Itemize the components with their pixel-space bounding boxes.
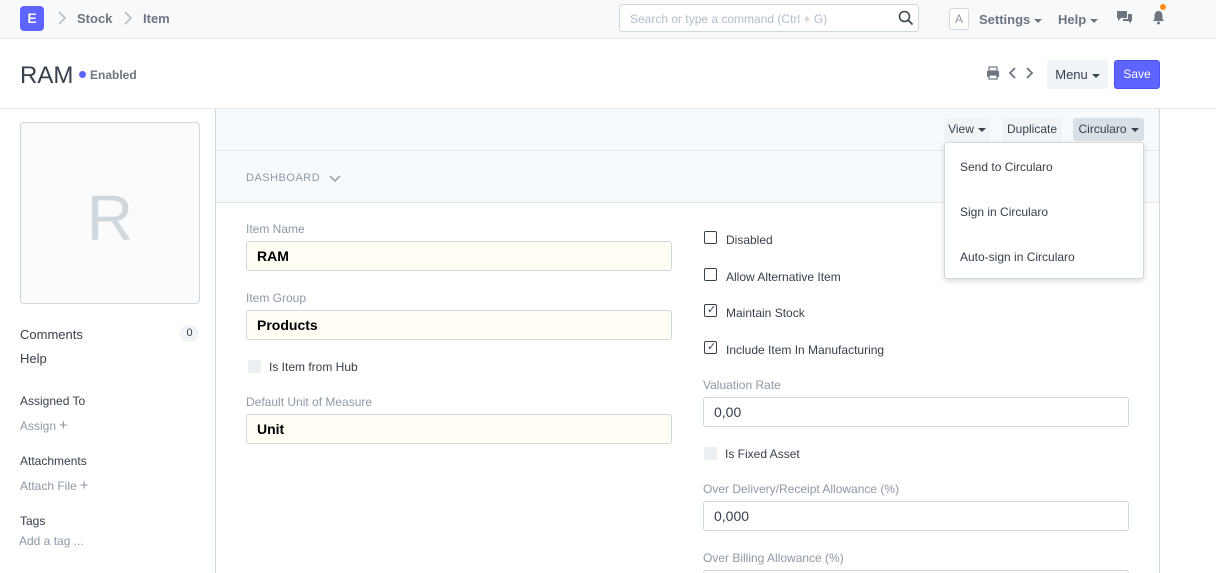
view-label: View: [948, 122, 974, 136]
valuation-rate-field[interactable]: 0,00: [703, 397, 1129, 427]
navbar: E Stock Item Search or type a command (C…: [0, 0, 1216, 39]
caret-down-icon: [1130, 127, 1139, 132]
maintain-stock-label: Maintain Stock: [726, 306, 805, 320]
help-menu[interactable]: Help: [1058, 12, 1099, 27]
chevron-right-icon: [123, 10, 133, 29]
include-in-manufacturing-label: Include Item In Manufacturing: [726, 343, 885, 357]
valuation-rate-label: Valuation Rate: [703, 378, 781, 392]
disabled-checkbox[interactable]: [704, 231, 717, 244]
item-name-label: Item Name: [246, 222, 305, 236]
search-input[interactable]: Search or type a command (Ctrl + G): [619, 4, 919, 32]
uom-field[interactable]: Unit: [246, 414, 672, 444]
is-item-from-hub-checkbox: [248, 360, 261, 373]
plus-icon: +: [59, 417, 68, 434]
circularo-label: Circularo: [1078, 122, 1127, 136]
bell-icon[interactable]: [1152, 10, 1165, 28]
allow-alternative-item-label: Allow Alternative Item: [726, 270, 841, 284]
menu-button[interactable]: Menu: [1047, 60, 1108, 89]
circularo-button[interactable]: Circularo: [1073, 118, 1144, 141]
disabled-label: Disabled: [726, 233, 773, 247]
chevron-down-icon[interactable]: [329, 172, 341, 187]
over-billing-label: Over Billing Allowance (%): [703, 551, 844, 565]
next-icon[interactable]: [1024, 66, 1034, 83]
assign-label: Assign: [20, 419, 57, 433]
item-group-field[interactable]: Products: [246, 310, 672, 340]
user-avatar[interactable]: A: [949, 8, 969, 30]
caret-down-icon: [1034, 18, 1043, 23]
help-link[interactable]: Help: [20, 351, 47, 366]
duplicate-button[interactable]: Duplicate: [1002, 118, 1062, 141]
view-button[interactable]: View: [944, 118, 990, 141]
help-label: Help: [1058, 12, 1087, 27]
uom-label: Default Unit of Measure: [246, 395, 373, 409]
app-logo[interactable]: E: [20, 6, 44, 31]
previous-icon[interactable]: [1008, 66, 1018, 83]
attachments-label: Attachments: [20, 454, 87, 468]
print-icon[interactable]: [986, 66, 1000, 83]
attach-file-link[interactable]: Attach File +: [20, 477, 88, 494]
notification-dot: [1160, 4, 1166, 10]
allow-alternative-item-checkbox[interactable]: [704, 268, 717, 281]
item-image-placeholder[interactable]: R: [20, 122, 200, 304]
search-placeholder: Search or type a command (Ctrl + G): [630, 12, 828, 26]
menu-item-auto-sign-in-circularo[interactable]: Auto-sign in Circularo: [960, 250, 1075, 264]
caret-down-icon: [1090, 18, 1099, 23]
is-item-from-hub-label: Is Item from Hub: [269, 360, 358, 374]
checkmark-icon: ✓: [707, 304, 717, 316]
settings-label: Settings: [979, 12, 1031, 27]
settings-menu[interactable]: Settings: [979, 12, 1043, 27]
breadcrumb-stock[interactable]: Stock: [77, 11, 112, 26]
include-in-manufacturing-checkbox[interactable]: ✓: [704, 341, 717, 354]
breadcrumb-item[interactable]: Item: [143, 11, 170, 26]
assign-link[interactable]: Assign +: [20, 417, 68, 434]
circularo-dropdown-menu: Send to Circularo Sign in Circularo Auto…: [944, 142, 1144, 279]
menu-item-sign-in-circularo[interactable]: Sign in Circularo: [960, 205, 1048, 219]
over-delivery-label: Over Delivery/Receipt Allowance (%): [703, 482, 900, 496]
search-icon[interactable]: [898, 10, 914, 29]
over-delivery-field[interactable]: 0,000: [703, 501, 1129, 531]
status-badge: Enabled: [90, 68, 137, 82]
page-title: RAM: [20, 62, 74, 89]
add-tag-link[interactable]: Add a tag ...: [19, 534, 84, 548]
comments-count: 0: [180, 325, 199, 342]
chat-icon[interactable]: [1116, 10, 1133, 28]
plus-icon: +: [79, 477, 89, 494]
menu-label: Menu: [1055, 67, 1088, 82]
status-indicator: [79, 71, 86, 78]
caret-down-icon: [1091, 73, 1100, 78]
maintain-stock-checkbox[interactable]: ✓: [704, 304, 717, 317]
comments-label[interactable]: Comments: [20, 327, 83, 342]
item-group-label: Item Group: [246, 291, 307, 305]
menu-item-send-to-circularo[interactable]: Send to Circularo: [960, 160, 1053, 174]
is-fixed-asset-label: Is Fixed Asset: [725, 447, 800, 461]
item-name-field[interactable]: RAM: [246, 241, 672, 271]
checkmark-icon: ✓: [707, 341, 717, 353]
dashboard-label: DASHBOARD: [246, 172, 321, 184]
tags-label: Tags: [20, 514, 46, 528]
image-initial: R: [86, 182, 134, 254]
save-button[interactable]: Save: [1114, 60, 1160, 89]
chevron-right-icon: [57, 10, 67, 29]
attach-file-label: Attach File: [20, 479, 77, 493]
is-fixed-asset-checkbox: [704, 447, 717, 460]
caret-down-icon: [977, 127, 986, 132]
assigned-to-label: Assigned To: [20, 394, 86, 408]
